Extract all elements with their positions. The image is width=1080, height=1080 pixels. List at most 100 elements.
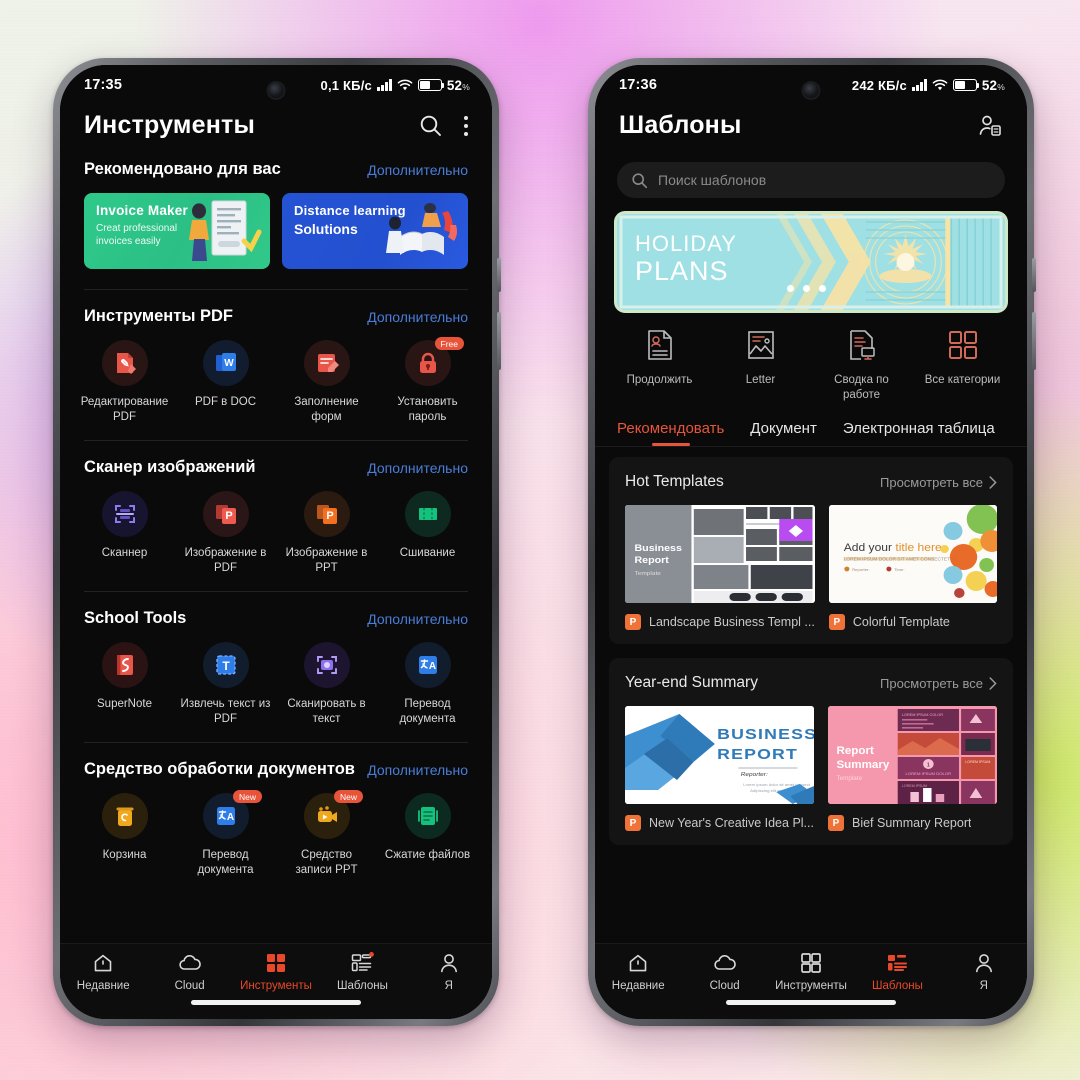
template-item[interactable]: Report Summary Template LOREM IPSUM COLO… [827, 706, 997, 831]
tool-extract-text[interactable]: T Извлечь текст из PDF [175, 642, 276, 726]
quick-action-letter[interactable]: Letter [710, 328, 811, 402]
pdf-to-doc-icon: W [202, 340, 249, 386]
nav-item-tools[interactable]: Инструменты [768, 952, 854, 992]
network-speed: 242 КБ/с [851, 77, 907, 93]
tool-scanner[interactable]: Сканнер [74, 491, 175, 575]
powerpoint-icon: P [625, 614, 641, 630]
svg-text:T: T [222, 659, 230, 673]
tool-trash[interactable]: Корзина [74, 793, 175, 877]
nav-item-me[interactable]: Я [406, 952, 492, 992]
tool-form-fill[interactable]: Заполнение форм [276, 340, 377, 424]
person-icon [973, 952, 995, 974]
see-all-label: Просмотреть все [880, 675, 983, 691]
tab-document[interactable]: Документ [750, 420, 817, 446]
template-item[interactable]: Business Report Template P Landscape Bus… [625, 505, 815, 630]
tool-stitch[interactable]: Сшивание [377, 491, 478, 575]
banner-invoice-maker[interactable]: Invoice Maker Creat professional invoice… [84, 193, 270, 269]
section-more-link[interactable]: Дополнительно [367, 460, 468, 476]
tool-translate-doc[interactable]: A Перевод документа [377, 642, 478, 726]
front-camera [803, 83, 819, 98]
section-more-link[interactable]: Дополнительно [367, 309, 468, 325]
battery-percent: 52% [981, 77, 1005, 93]
tool-pdf-to-doc[interactable]: W PDF в DOC [175, 340, 276, 424]
search-bar[interactable]: Поиск шаблонов [617, 162, 1005, 198]
section-title: Рекомендовано для вас [84, 160, 281, 178]
quick-action-work-summary[interactable]: Сводка по работе [811, 328, 912, 402]
tool-image-to-pdf[interactable]: P Изображение в PDF [175, 491, 276, 575]
tab-spreadsheet[interactable]: Электронная таблица [843, 420, 995, 446]
banner-dots [787, 285, 826, 292]
see-all-link[interactable]: Просмотреть все [880, 676, 997, 691]
letter-icon [744, 328, 778, 362]
template-label: P Colorful Template [828, 614, 997, 630]
divider [84, 591, 468, 592]
badge-free: Free [434, 337, 464, 350]
nav-label: Cloud [709, 980, 740, 992]
account-card-icon[interactable] [977, 113, 1003, 139]
quick-action-all-categories[interactable]: Все категории [912, 328, 1013, 402]
signal-icon [911, 79, 927, 91]
svg-text:P: P [326, 510, 333, 522]
tab-recommend[interactable]: Рекомендовать [617, 420, 724, 446]
trash-icon [101, 793, 148, 839]
templates-scroll-content[interactable]: Поиск шаблонов HOLIDAY PLANS Продолжить … [595, 160, 1027, 943]
template-thumbnail[interactable]: Add your title here LOREM IPSUM DOLOR SI… [828, 505, 997, 603]
template-thumbnail[interactable]: BUSINESS REPORT Reporter: Lorem ipsum do… [625, 706, 814, 804]
tool-set-password[interactable]: Free Установить пароль [377, 337, 478, 424]
wifi-icon [932, 79, 948, 91]
nav-item-recent[interactable]: Недавние [60, 952, 146, 992]
section-more-link[interactable]: Дополнительно [367, 611, 468, 627]
tool-label: Сканнер [101, 547, 148, 559]
front-camera [268, 83, 284, 98]
nav-item-cloud[interactable]: Cloud [146, 952, 232, 992]
scanner-icon [101, 491, 148, 537]
tool-ppt-recorder[interactable]: New Средство записи PPT [276, 790, 377, 877]
nav-item-me[interactable]: Я [941, 952, 1027, 992]
search-input[interactable]: Поиск шаблонов [658, 172, 766, 188]
tool-compress[interactable]: Сжатие файлов [377, 793, 478, 877]
tool-translate-doc-2[interactable]: New A Перевод документа [175, 790, 276, 877]
section-title: Средство обработки документов [84, 760, 355, 778]
template-thumbnail[interactable]: Business Report Template [625, 505, 815, 603]
svg-text:Report: Report [836, 745, 874, 757]
signal-icon [376, 79, 392, 91]
extract-text-icon: T [202, 642, 249, 688]
nav-item-tools[interactable]: Инструменты [233, 952, 319, 992]
svg-text:Add your title here: Add your title here [844, 541, 942, 554]
nav-label: Инструменты [775, 980, 847, 992]
holiday-plans-banner[interactable]: HOLIDAY PLANS [617, 214, 1005, 310]
banner-distance-learning[interactable]: Distance learning Solutions [282, 193, 468, 269]
template-item[interactable]: Add your title here LOREM IPSUM DOLOR SI… [828, 505, 997, 630]
section-header-scanner: Сканер изображений Дополнительно [60, 458, 492, 477]
tool-image-to-ppt[interactable]: P Изображение в PPT [276, 491, 377, 575]
kebab-menu-icon[interactable] [464, 114, 468, 138]
powerpoint-icon: P [625, 815, 641, 831]
template-name: New Year's Creative Idea Pl... [649, 816, 814, 830]
nav-item-templates[interactable]: Шаблоны [854, 952, 940, 992]
search-icon[interactable] [418, 113, 444, 139]
nav-label: Недавние [611, 980, 665, 992]
section-title: School Tools [84, 609, 187, 627]
stitch-icon [404, 491, 451, 537]
section-more-link[interactable]: Дополнительно [367, 762, 468, 778]
svg-text:1: 1 [927, 763, 930, 769]
nav-item-cloud[interactable]: Cloud [681, 952, 767, 992]
nav-item-templates[interactable]: Шаблоны [319, 952, 405, 992]
tool-supernote[interactable]: SuperNote [74, 642, 175, 726]
tool-pdf-edit[interactable]: ✎ Редактирование PDF [74, 340, 175, 424]
template-thumbnail[interactable]: Report Summary Template LOREM IPSUM COLO… [827, 706, 997, 804]
section-more-link[interactable]: Дополнительно [367, 162, 468, 178]
tabs-divider [595, 446, 1027, 447]
tool-scan-to-text[interactable]: Сканировать в текст [276, 642, 377, 726]
template-item[interactable]: BUSINESS REPORT Reporter: Lorem ipsum do… [625, 706, 814, 831]
svg-text:Reporter:: Reporter: [741, 772, 768, 777]
translate-icon: A [404, 642, 451, 688]
see-all-link[interactable]: Просмотреть все [880, 475, 997, 490]
nav-item-recent[interactable]: Недавние [595, 952, 681, 992]
quick-action-resume[interactable]: Продолжить [609, 328, 710, 402]
learning-illustration [370, 197, 462, 265]
tool-label: Изображение в PDF [184, 547, 267, 574]
tool-label: Средство записи PPT [295, 849, 358, 876]
svg-text:✎: ✎ [120, 358, 129, 370]
tools-scroll-content[interactable]: Рекомендовано для вас Дополнительно Invo… [60, 160, 492, 943]
